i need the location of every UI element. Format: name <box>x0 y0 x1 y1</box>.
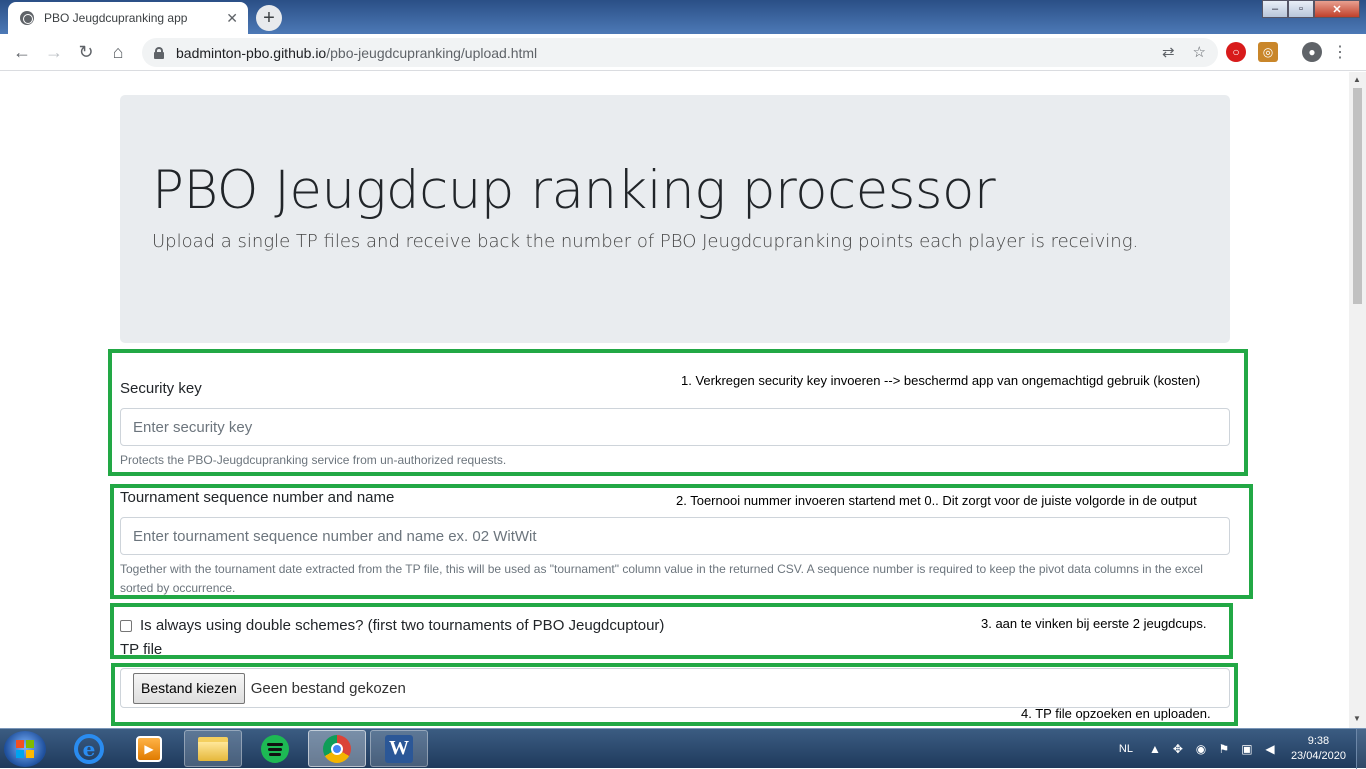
spotify-icon <box>261 734 289 763</box>
translate-icon[interactable]: ⇄ <box>1162 43 1175 61</box>
show-desktop-button[interactable] <box>1356 729 1366 769</box>
lock-icon <box>154 46 164 59</box>
back-arrow-icon[interactable]: ← <box>6 36 38 68</box>
page-title: PBO Jeugdcup ranking processor <box>152 160 996 221</box>
url-host: badminton-pbo.github.io <box>176 44 327 61</box>
taskbar-chrome[interactable] <box>308 730 366 767</box>
media-player-icon: ▶ <box>136 735 162 762</box>
language-indicator[interactable]: NL <box>1119 743 1133 755</box>
clock-date: 23/04/2020 <box>1290 750 1346 762</box>
tournament-label: Tournament sequence number and name <box>120 489 395 506</box>
clock[interactable]: 9:38 23/04/2020 <box>1291 734 1346 764</box>
tab-close-icon[interactable]: ✕ <box>226 10 238 27</box>
windows-taskbar: e ▶ W NL ▲ ✥ ◉ ⚑ ▣ ◀ 9:38 23/04/2020 <box>0 728 1366 769</box>
taskbar-word[interactable]: W <box>370 730 428 767</box>
page-scrollbar[interactable]: ▲ ▼ <box>1349 72 1366 728</box>
double-schemes-checkbox[interactable] <box>120 619 132 632</box>
extension-icon[interactable]: ○ <box>1226 42 1246 62</box>
extension-icon[interactable]: ◎ <box>1258 42 1278 62</box>
action-center-flag-icon[interactable]: ⚑ <box>1216 742 1232 756</box>
network-globe-icon[interactable]: ◉ <box>1193 742 1209 756</box>
scroll-up-icon[interactable]: ▲ <box>1353 75 1361 84</box>
tab-title: PBO Jeugdcupranking app <box>44 11 188 25</box>
security-key-help: Protects the PBO-Jeugdcupranking service… <box>120 453 507 467</box>
taskbar-internet-explorer[interactable]: e <box>60 730 118 767</box>
power-icon[interactable]: ▣ <box>1239 742 1255 756</box>
annotation-note-2: 2. Toernooi nummer invoeren startend met… <box>676 493 1197 508</box>
profile-avatar-icon[interactable]: ● <box>1302 42 1322 62</box>
volume-icon[interactable]: ◀ <box>1262 742 1278 756</box>
start-button[interactable] <box>4 731 46 767</box>
folder-icon <box>198 736 228 761</box>
choose-file-button[interactable]: Bestand kiezen <box>133 672 245 704</box>
security-key-label: Security key <box>120 380 202 397</box>
address-bar[interactable]: badminton-pbo.github.io/pbo-jeugdcuprank… <box>142 38 1218 67</box>
annotation-note-1: 1. Verkregen security key invoeren --> b… <box>681 373 1201 388</box>
page-viewport: PBO Jeugdcup ranking processor Upload a … <box>0 72 1349 728</box>
new-tab-button[interactable]: + <box>256 5 282 31</box>
windows-logo-icon <box>16 740 34 758</box>
window-controls: – ▫ ✕ <box>1262 0 1360 20</box>
maximize-button[interactable]: ▫ <box>1288 0 1314 18</box>
page-lead: Upload a single TP files and receive bac… <box>152 230 1139 252</box>
tournament-input[interactable]: Enter tournament sequence number and nam… <box>120 517 1230 555</box>
show-hidden-icons-icon[interactable]: ▲ <box>1147 742 1163 756</box>
scrollbar-thumb[interactable] <box>1353 88 1362 304</box>
double-schemes-checkbox-row[interactable]: Is always using double schemes? (first t… <box>120 617 664 634</box>
double-schemes-label: Is always using double schemes? (first t… <box>140 617 665 634</box>
taskbar-explorer[interactable] <box>184 730 242 767</box>
tournament-help: Together with the tournament date extrac… <box>120 562 1203 595</box>
home-icon[interactable]: ⌂ <box>102 36 134 68</box>
scroll-down-icon[interactable]: ▼ <box>1353 714 1361 723</box>
browser-toolbar: ← → ↻ ⌂ badminton-pbo.github.io/pbo-jeug… <box>0 34 1366 71</box>
internet-explorer-icon: e <box>74 733 104 764</box>
globe-icon <box>20 11 34 25</box>
taskbar-media-player[interactable]: ▶ <box>120 730 178 767</box>
browser-tab[interactable]: PBO Jeugdcupranking app ✕ <box>8 2 248 34</box>
dropbox-icon[interactable]: ✥ <box>1170 742 1186 756</box>
file-status: Geen bestand gekozen <box>250 679 406 697</box>
chrome-icon <box>323 734 351 763</box>
jumbotron: PBO Jeugdcup ranking processor Upload a … <box>120 95 1230 343</box>
annotation-note-3: 3. aan te vinken bij eerste 2 jeugdcups. <box>981 616 1207 631</box>
clock-time: 9:38 <box>1307 735 1330 747</box>
annotation-note-4: 4. TP file opzoeken en uploaden. <box>1021 706 1211 721</box>
tp-file-input[interactable]: Bestand kiezen Geen bestand gekozen <box>120 668 1230 708</box>
system-tray: NL ▲ ✥ ◉ ⚑ ▣ ◀ 9:38 23/04/2020 <box>1119 729 1366 769</box>
bookmark-star-icon[interactable]: ☆ <box>1193 43 1206 61</box>
close-window-button[interactable]: ✕ <box>1314 0 1360 18</box>
taskbar-spotify[interactable] <box>246 730 304 767</box>
security-key-input[interactable]: Enter security key <box>120 408 1230 446</box>
tp-file-label: TP file <box>120 641 163 658</box>
forward-arrow-icon[interactable]: → <box>38 36 70 68</box>
url-path: /pbo-jeugdcupranking/upload.html <box>326 44 538 61</box>
word-icon: W <box>385 734 413 763</box>
menu-kebab-icon[interactable]: ⋮ <box>1330 42 1350 62</box>
minimize-button[interactable]: – <box>1262 0 1288 18</box>
tab-strip: PBO Jeugdcupranking app ✕ + – ▫ ✕ <box>0 0 1366 34</box>
reload-icon[interactable]: ↻ <box>70 36 102 68</box>
